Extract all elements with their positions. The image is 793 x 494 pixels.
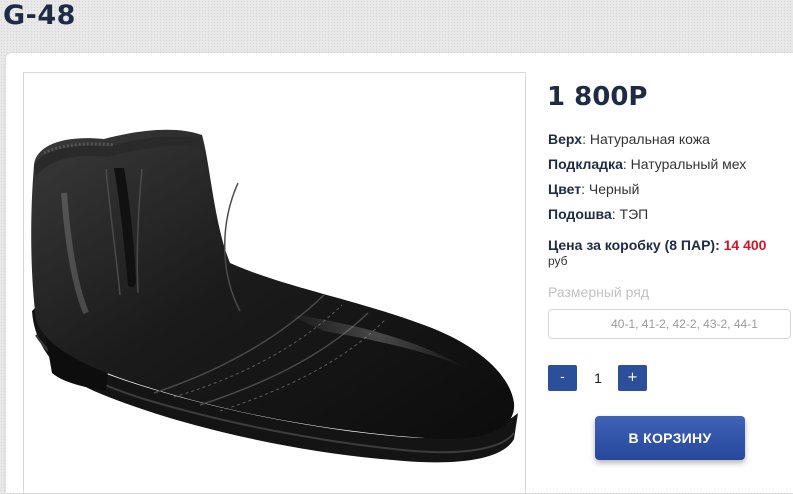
box-price-amount: 14 400 — [723, 237, 767, 253]
size-range-label: Размерный ряд — [548, 284, 650, 300]
quantity-increase-button[interactable]: + — [618, 365, 647, 391]
box-price-label: Цена за коробку (8 ПАР): — [548, 237, 720, 253]
boot-illustration — [31, 129, 518, 463]
product-image[interactable] — [23, 72, 526, 494]
spec-label: Подошва — [548, 206, 612, 222]
product-price: 1 800Р — [547, 82, 648, 112]
spec-label: Верх — [548, 131, 583, 147]
spec-value: Натуральная кожа — [589, 131, 710, 147]
spec-upper: Верх: Натуральная кожа — [548, 131, 710, 147]
spec-value: ТЭП — [619, 206, 649, 222]
add-to-cart-button[interactable]: В КОРЗИНУ — [595, 416, 745, 460]
box-price: Цена за коробку (8 ПАР): 14 400 — [548, 237, 766, 253]
spec-label: Цвет — [548, 181, 582, 197]
box-price-unit: руб — [548, 254, 568, 268]
spec-sole: Подошва: ТЭП — [548, 206, 649, 222]
spec-value: Черный — [588, 181, 640, 197]
spec-lining: Подкладка: Натуральный мех — [548, 156, 747, 172]
spec-label: Подкладка — [548, 156, 623, 172]
quantity-decrease-button[interactable]: - — [548, 365, 577, 391]
spec-color: Цвет: Черный — [548, 181, 640, 197]
size-range-select[interactable]: 40-1, 41-2, 42-2, 43-2, 44-1 — [548, 309, 791, 339]
quantity-input[interactable]: 1 — [583, 370, 613, 386]
spec-value: Натуральный мех — [630, 156, 747, 172]
page-title: G-48 — [3, 0, 76, 31]
